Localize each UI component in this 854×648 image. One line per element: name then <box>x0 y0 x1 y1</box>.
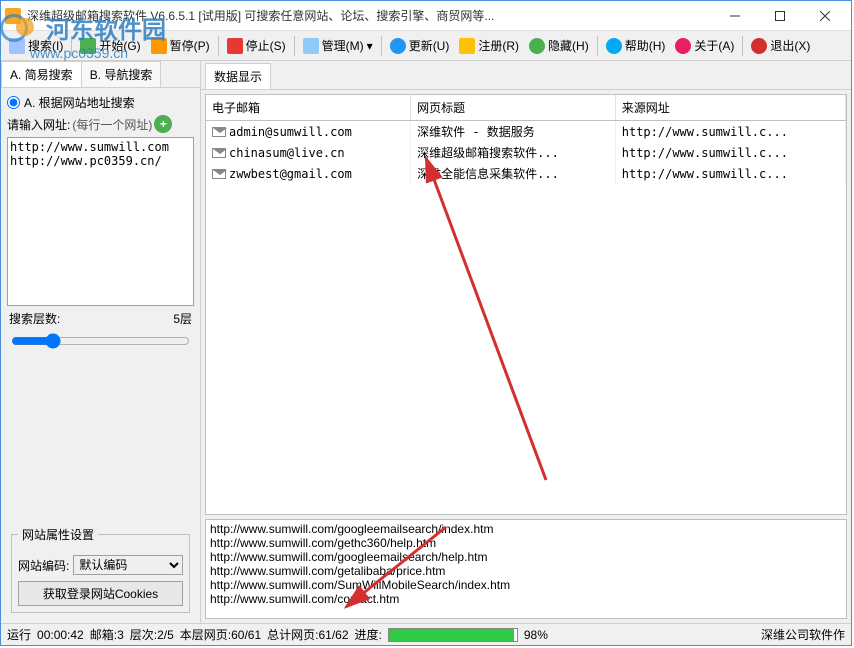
search-button[interactable]: 搜索(I) <box>5 35 67 56</box>
minimize-button[interactable] <box>712 2 757 30</box>
statusbar: 运行 00:00:42 邮箱:3 层次:2/5 本层网页:60/61 总计网页:… <box>1 623 851 645</box>
pause-icon <box>151 38 167 54</box>
tab-simple-search[interactable]: A. 简易搜索 <box>1 61 82 87</box>
status-run: 运行 <box>7 626 31 643</box>
encoding-label: 网站编码: <box>18 557 69 574</box>
maximize-button[interactable] <box>757 2 802 30</box>
col-email[interactable]: 电子邮箱 <box>206 95 411 121</box>
url-input-label: 请输入网址: <box>7 116 70 133</box>
about-icon <box>675 38 691 54</box>
stop-button[interactable]: 停止(S) <box>223 35 290 56</box>
data-grid[interactable]: 电子邮箱 网页标题 来源网址 admin@sumwill.com深维软件 - 数… <box>205 94 847 515</box>
close-button[interactable] <box>802 2 847 30</box>
hide-icon <box>529 38 545 54</box>
status-progress-label: 进度: <box>355 626 382 643</box>
encoding-select[interactable]: 默认编码 <box>73 555 183 575</box>
status-progress-text: 98% <box>524 628 548 642</box>
start-button[interactable]: 开始(G) <box>76 35 144 56</box>
search-icon <box>9 38 25 54</box>
manage-button[interactable]: 管理(M) ▾ <box>299 35 377 56</box>
update-button[interactable]: 更新(U) <box>386 35 454 56</box>
depth-label: 搜索层数: <box>9 310 60 327</box>
pause-button[interactable]: 暂停(P) <box>147 35 214 56</box>
table-row[interactable]: admin@sumwill.com深维软件 - 数据服务http://www.s… <box>206 121 846 143</box>
stop-icon <box>227 38 243 54</box>
add-url-button[interactable]: + <box>154 115 172 133</box>
register-button[interactable]: 注册(R) <box>455 35 523 56</box>
exit-button[interactable]: 退出(X) <box>747 35 814 56</box>
left-panel: A. 简易搜索 B. 导航搜索 A. 根据网站地址搜索 请输入网址: (每行一个… <box>1 61 201 623</box>
mail-icon <box>212 148 226 158</box>
hide-button[interactable]: 隐藏(H) <box>525 35 593 56</box>
radio-by-url-label: A. 根据网站地址搜索 <box>24 94 135 111</box>
url-input-hint: (每行一个网址) <box>72 116 152 133</box>
url-textarea[interactable] <box>7 137 194 306</box>
help-icon <box>606 38 622 54</box>
about-button[interactable]: 关于(A) <box>671 35 738 56</box>
exit-icon <box>751 38 767 54</box>
log-output[interactable]: http://www.sumwill.com/googleemailsearch… <box>205 519 847 619</box>
register-icon <box>459 38 475 54</box>
arrow-annotation-icon <box>356 150 556 490</box>
status-page-this: 本层网页:60/61 <box>180 626 261 643</box>
progress-bar <box>388 628 518 642</box>
mail-icon <box>212 127 226 137</box>
toolbar: 搜索(I) 开始(G) 暂停(P) 停止(S) 管理(M) ▾ 更新(U) 注册… <box>1 31 851 61</box>
tab-data-display[interactable]: 数据显示 <box>205 63 271 89</box>
app-icon <box>5 8 21 24</box>
depth-slider[interactable] <box>11 333 190 349</box>
col-source[interactable]: 来源网址 <box>615 95 845 121</box>
col-title[interactable]: 网页标题 <box>411 95 616 121</box>
titlebar: 深维超级邮箱搜索软件 V6.6.5.1 [试用版] 可搜索任意网站、论坛、搜索引… <box>1 1 851 31</box>
depth-value: 5层 <box>173 310 192 327</box>
update-icon <box>390 38 406 54</box>
right-panel: 数据显示 电子邮箱 网页标题 来源网址 admin@sumwill.com深维软… <box>201 61 851 623</box>
radio-by-url[interactable] <box>7 96 20 109</box>
status-company: 深维公司软件作 <box>761 626 845 643</box>
status-mail: 邮箱:3 <box>90 626 124 643</box>
play-icon <box>80 38 96 54</box>
table-row[interactable]: chinasum@live.cn深维超级邮箱搜索软件...http://www.… <box>206 142 846 163</box>
window-title: 深维超级邮箱搜索软件 V6.6.5.1 [试用版] 可搜索任意网站、论坛、搜索引… <box>27 7 712 24</box>
tab-nav-search[interactable]: B. 导航搜索 <box>81 61 162 87</box>
table-row[interactable]: zwwbest@gmail.com深维全能信息采集软件...http://www… <box>206 163 846 184</box>
status-layer: 层次:2/5 <box>130 626 174 643</box>
get-cookies-button[interactable]: 获取登录网站Cookies <box>18 581 183 606</box>
mail-icon <box>212 169 226 179</box>
help-button[interactable]: 帮助(H) <box>602 35 670 56</box>
status-page-total: 总计网页:61/62 <box>267 626 348 643</box>
manage-icon <box>303 38 319 54</box>
site-props-group: 网站属性设置 网站编码: 默认编码 获取登录网站Cookies <box>11 526 190 613</box>
status-time: 00:00:42 <box>37 628 84 642</box>
site-props-title: 网站属性设置 <box>18 526 98 543</box>
